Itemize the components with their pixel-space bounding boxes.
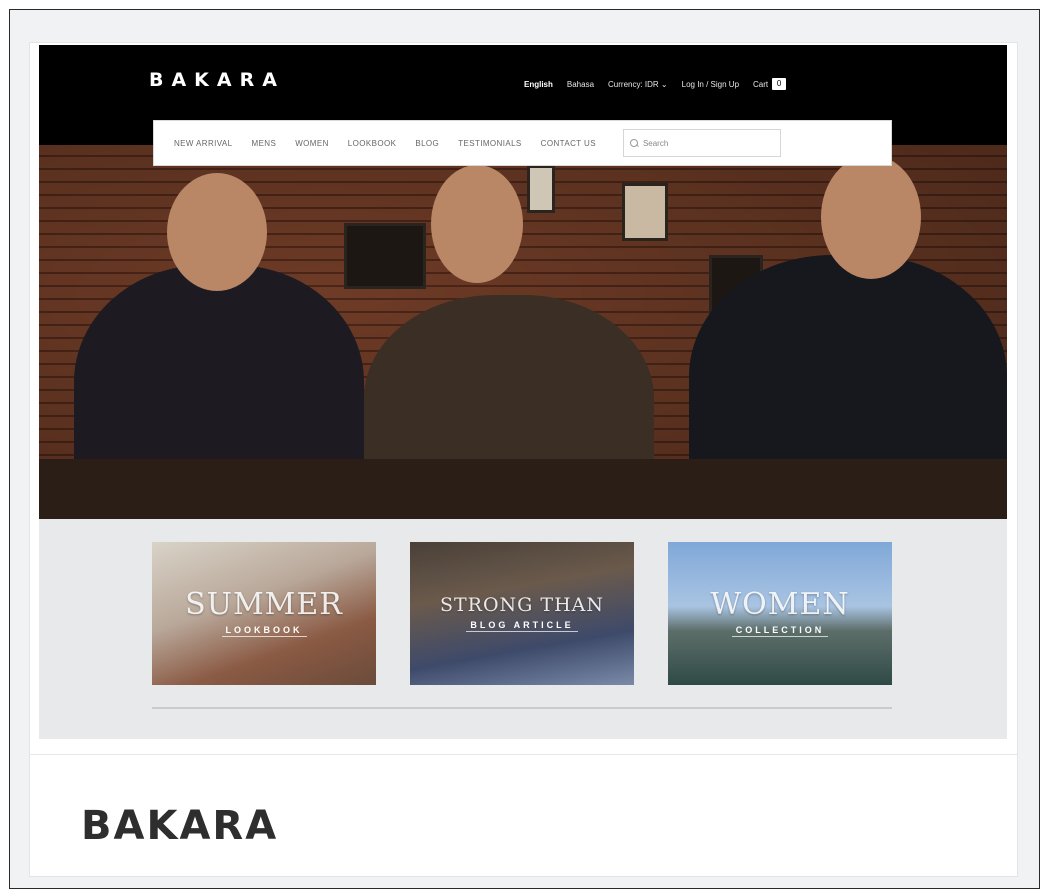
cart-label: Cart [753,79,769,89]
man-center-head [431,165,523,283]
table-surface [39,459,1007,519]
promo-tiles: SUMMER LOOKBOOK STRONG THAN BLOG ARTICLE… [152,542,892,685]
currency-selector[interactable]: Currency: IDR ⌄ [608,80,668,89]
website-preview[interactable]: BAKARA English Bahasa Currency: IDR ⌄ Lo… [39,45,1007,739]
site-logo[interactable]: BAKARA [149,69,285,91]
tile-women-collection[interactable]: WOMEN COLLECTION [668,542,892,685]
wall-frame-picture [344,223,426,289]
tile-strong-than-blog[interactable]: STRONG THAN BLOG ARTICLE [410,542,634,685]
tile-subtitle: COLLECTION [731,624,829,637]
hero-image [39,145,1007,519]
card-separator [29,754,1018,755]
wall-frame-picture [622,183,668,241]
man-right-head [821,155,921,279]
cart-count-badge: 0 [772,78,787,90]
man-left-head [167,173,267,291]
nav-testimonials[interactable]: TESTIMONIALS [458,139,521,148]
tile-title: WOMEN [710,587,850,622]
wall-frame-picture [527,165,555,213]
language-bahasa-link[interactable]: Bahasa [567,80,594,89]
cart-link[interactable]: Cart 0 [753,78,787,90]
header-links: English Bahasa Currency: IDR ⌄ Log In / … [524,78,787,90]
search-icon [629,138,639,148]
search-input[interactable]: Search [622,129,781,157]
nav-blog[interactable]: BLOG [415,139,439,148]
language-english-link[interactable]: English [524,80,553,89]
tile-title: SUMMER [185,587,343,622]
nav-women[interactable]: WOMEN [295,139,329,148]
card-title[interactable]: BAKARA [81,803,278,849]
nav-contact-us[interactable]: CONTACT US [541,139,596,148]
search-placeholder: Search [642,138,669,148]
tile-subtitle: BLOG ARTICLE [466,619,578,632]
section-divider [152,707,892,709]
tile-subtitle: LOOKBOOK [221,624,307,637]
nav-lookbook[interactable]: LOOKBOOK [348,139,397,148]
login-signup-link[interactable]: Log In / Sign Up [682,80,739,89]
tile-title: STRONG THAN [439,593,604,616]
main-navigation: NEW ARRIVAL MENS WOMEN LOOKBOOK BLOG TES… [153,120,892,166]
nav-new-arrival[interactable]: NEW ARRIVAL [174,139,233,148]
nav-mens[interactable]: MENS [252,139,277,148]
tile-summer-lookbook[interactable]: SUMMER LOOKBOOK [152,542,376,685]
